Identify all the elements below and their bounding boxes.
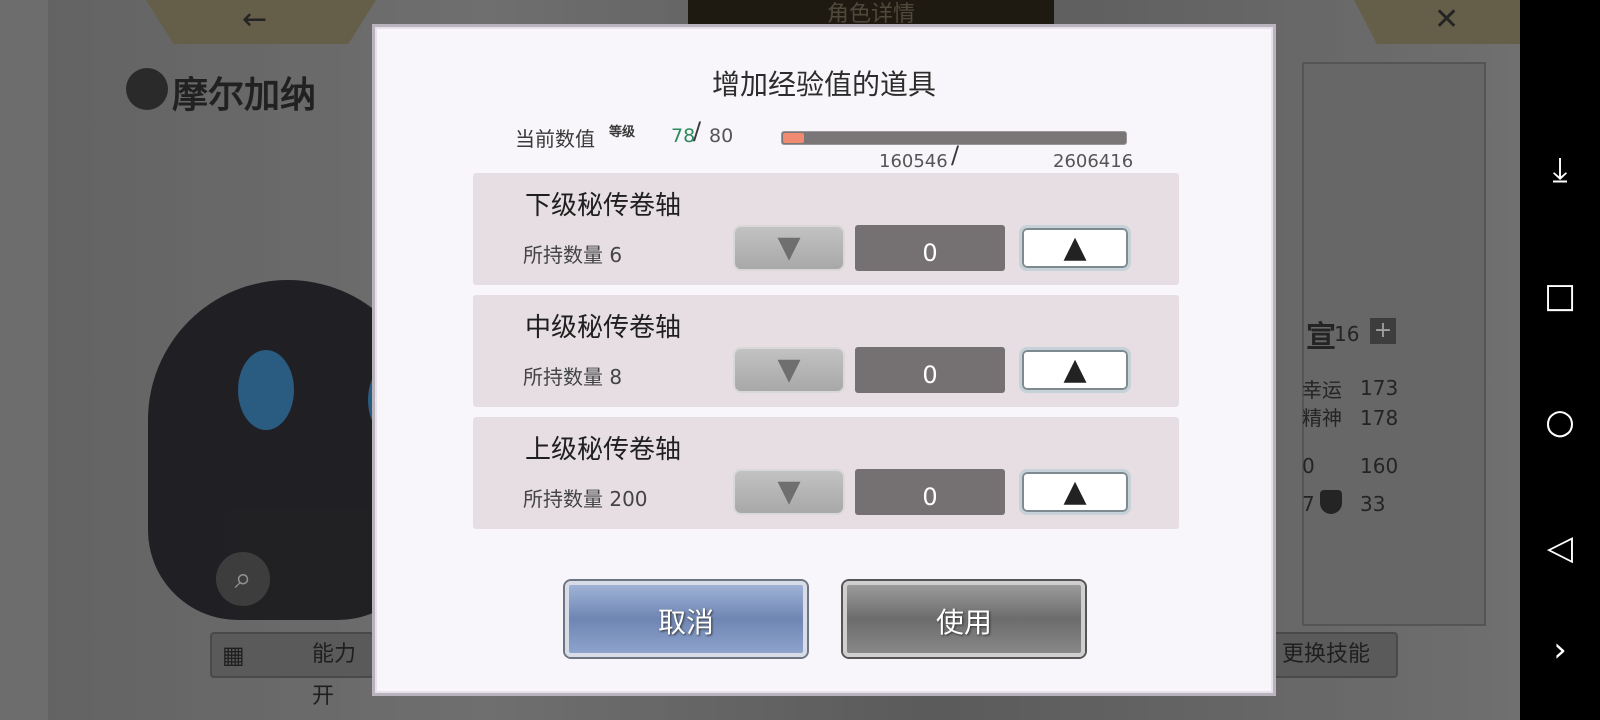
- quantity-field[interactable]: 0: [855, 347, 1005, 393]
- circle-icon[interactable]: ○: [1536, 398, 1584, 446]
- system-navbar: [1520, 0, 1600, 720]
- item-owned-count: 所持数量 8: [523, 365, 623, 389]
- exp-progress-fill: [783, 133, 804, 143]
- item-owned-count: 所持数量 200: [523, 487, 648, 511]
- item-row-mid: 中级秘传卷轴 所持数量 8 ▼ 0 ▲: [473, 295, 1179, 407]
- download-icon[interactable]: ⤓: [1536, 146, 1584, 194]
- level-label: 等级: [609, 125, 636, 140]
- up-arrow-icon: ▲: [1063, 474, 1087, 509]
- item-name: 下级秘传卷轴: [525, 191, 682, 221]
- item-row-low: 下级秘传卷轴 所持数量 6 ▼ 0 ▲: [473, 173, 1179, 285]
- item-row-high: 上级秘传卷轴 所持数量 200 ▼ 0 ▲: [473, 417, 1179, 529]
- up-arrow-icon: ▲: [1063, 352, 1087, 387]
- decrease-button[interactable]: ▼: [733, 469, 845, 515]
- item-name: 上级秘传卷轴: [525, 435, 682, 465]
- exp-max: 2606416: [1053, 151, 1134, 172]
- exp-item-dialog: 增加经验值的道具 当前数值 等级 78 / 80 160546 / 260641…: [372, 24, 1276, 696]
- use-button[interactable]: 使用: [843, 581, 1085, 657]
- exp-separator: /: [951, 141, 960, 169]
- exp-current: 160546: [879, 151, 948, 172]
- back-triangle-icon[interactable]: ◁: [1536, 524, 1584, 572]
- quantity-field[interactable]: 0: [855, 225, 1005, 271]
- square-icon[interactable]: □: [1536, 272, 1584, 320]
- down-arrow-icon: ▼: [777, 352, 801, 387]
- down-arrow-icon: ▼: [777, 230, 801, 265]
- decrease-button[interactable]: ▼: [733, 347, 845, 393]
- current-value-label: 当前数值: [515, 127, 595, 151]
- increase-button[interactable]: ▲: [1019, 469, 1131, 515]
- quantity-field[interactable]: 0: [855, 469, 1005, 515]
- dialog-title: 增加经验值的道具: [711, 68, 936, 101]
- increase-button[interactable]: ▲: [1019, 225, 1131, 271]
- cancel-button[interactable]: 取消: [565, 581, 807, 657]
- down-arrow-icon: ▼: [777, 474, 801, 509]
- level-max: 80: [709, 125, 734, 147]
- up-arrow-icon: ▲: [1063, 230, 1087, 265]
- chevron-right-icon[interactable]: ›: [1536, 626, 1584, 674]
- level-separator: /: [693, 117, 702, 145]
- item-owned-count: 所持数量 6: [523, 243, 623, 267]
- increase-button[interactable]: ▲: [1019, 347, 1131, 393]
- item-name: 中级秘传卷轴: [525, 313, 682, 343]
- decrease-button[interactable]: ▼: [733, 225, 845, 271]
- level-current: 78: [671, 125, 696, 147]
